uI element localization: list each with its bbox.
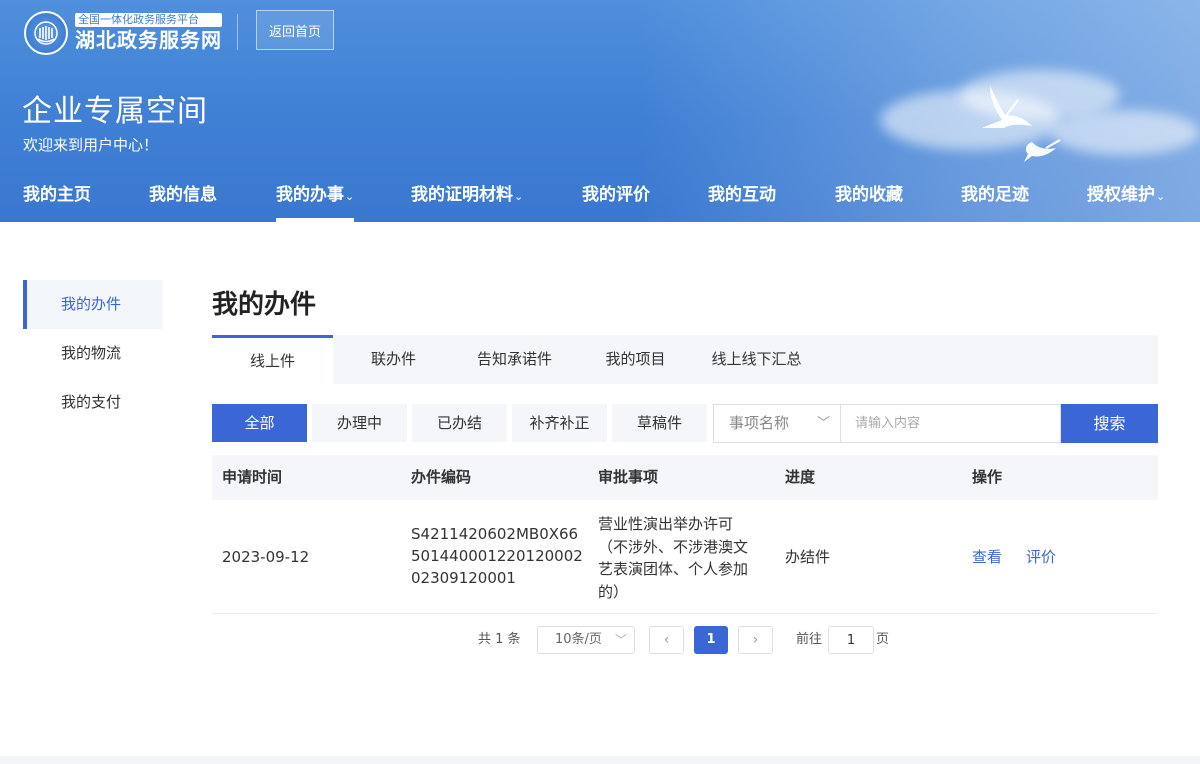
column-header: 审批事项 xyxy=(598,468,659,486)
filter-supplement-button[interactable]: 补齐补正 xyxy=(512,404,607,442)
next-page-button[interactable]: › xyxy=(738,626,773,654)
table-header: 申请时间 办件编码 审批事项 进度 操作 xyxy=(212,455,1158,500)
column-header: 进度 xyxy=(785,468,816,486)
crane-birds-icon xyxy=(982,86,1061,162)
chevron-left-icon: ‹ xyxy=(663,632,670,648)
sidebar-item-logistics[interactable]: 我的物流 xyxy=(23,329,163,378)
nav-item-label: 我的足迹 xyxy=(961,185,1029,205)
nav-item-label: 我的收藏 xyxy=(835,185,903,205)
tab-joint[interactable]: 联办件 xyxy=(333,335,454,384)
pagination: 共 1 条 10条/页 ﹀ ‹ 1 › 前往 页 xyxy=(212,626,1158,654)
nav-item-home[interactable]: 我的主页 xyxy=(23,170,91,222)
table-row: 2023-09-12 S4211420602MB0X66501440001220… xyxy=(212,500,1158,614)
nav-item-label: 我的证明材料 xyxy=(411,185,513,205)
chevron-down-icon: ⌄ xyxy=(345,190,355,203)
emblem-icon xyxy=(24,11,68,55)
filter-all-button[interactable]: 全部 xyxy=(212,404,307,442)
search-button[interactable]: 搜索 xyxy=(1061,404,1158,443)
filter-completed-button[interactable]: 已办结 xyxy=(412,404,507,442)
column-header: 办件编码 xyxy=(411,468,472,486)
filter-processing-button[interactable]: 办理中 xyxy=(312,404,407,442)
select-value: 事项名称 xyxy=(729,414,790,432)
site-logo[interactable]: 全国一体化政务服务平台 湖北政务服务网 xyxy=(24,10,222,56)
goto-label: 前往 xyxy=(796,632,823,647)
column-header: 申请时间 xyxy=(222,468,283,486)
chevron-down-icon: ⌄ xyxy=(514,190,524,203)
page-size-value: 10条/页 xyxy=(555,632,602,647)
cell-date: 2023-09-12 xyxy=(222,548,310,566)
cell-code: S4211420602MB0X6650144000122012000202309… xyxy=(411,525,583,587)
cloud-decoration xyxy=(1050,110,1200,155)
tab-summary[interactable]: 线上线下汇总 xyxy=(696,335,817,384)
chevron-down-icon: ⌄ xyxy=(1156,190,1166,203)
case-tabs: 线上件 联办件 告知承诺件 我的项目 线上线下汇总 xyxy=(212,335,1158,384)
column-header: 操作 xyxy=(972,468,1003,486)
cell-matter: 营业性演出举办许可（不涉外、不涉港澳文艺表演团体、个人参加的） xyxy=(598,515,749,601)
top-nav: 我的主页 我的信息 我的办事⌄ 我的证明材料⌄ 我的评价 我的互动 我的收藏 我… xyxy=(0,170,1200,222)
space-title: 企业专属空间 xyxy=(22,94,208,129)
nav-item-label: 授权维护 xyxy=(1087,185,1155,205)
filter-row: 全部 办理中 已办结 补齐补正 草稿件 事项名称 ﹀ 搜索 xyxy=(212,404,1158,443)
evaluate-link[interactable]: 评价 xyxy=(1026,500,1056,614)
search-input[interactable] xyxy=(841,404,1061,443)
chevron-down-icon: ﹀ xyxy=(614,633,627,647)
nav-item-affairs[interactable]: 我的办事⌄ xyxy=(276,170,355,222)
tab-projects[interactable]: 我的项目 xyxy=(575,335,696,384)
goto-page-input[interactable] xyxy=(828,626,874,654)
tab-commitment[interactable]: 告知承诺件 xyxy=(454,335,575,384)
sidebar-item-my-cases[interactable]: 我的办件 xyxy=(23,280,163,329)
nav-item-interactions[interactable]: 我的互动 xyxy=(708,170,776,222)
site-name: 湖北政务服务网 xyxy=(75,28,222,52)
nav-item-label: 我的办事 xyxy=(276,185,344,205)
nav-item-favorites[interactable]: 我的收藏 xyxy=(835,170,903,222)
page-number-current[interactable]: 1 xyxy=(694,626,728,654)
cases-table: 申请时间 办件编码 审批事项 进度 操作 2023-09-12 S4211420… xyxy=(212,455,1158,614)
view-link[interactable]: 查看 xyxy=(972,500,1002,614)
platform-label: 全国一体化政务服务平台 xyxy=(75,13,222,27)
back-home-button[interactable]: 返回首页 xyxy=(256,10,334,50)
nav-item-label: 我的信息 xyxy=(149,185,217,205)
nav-item-evaluations[interactable]: 我的评价 xyxy=(582,170,650,222)
filter-draft-button[interactable]: 草稿件 xyxy=(612,404,707,442)
nav-item-footprints[interactable]: 我的足迹 xyxy=(961,170,1029,222)
nav-item-label: 我的互动 xyxy=(708,185,776,205)
nav-item-label: 我的主页 xyxy=(23,185,91,205)
nav-item-info[interactable]: 我的信息 xyxy=(149,170,217,222)
header-divider xyxy=(237,14,238,50)
nav-item-label: 我的评价 xyxy=(582,185,650,205)
sidebar-item-payments[interactable]: 我的支付 xyxy=(23,378,163,427)
chevron-right-icon: › xyxy=(752,632,759,648)
cell-progress: 办结件 xyxy=(785,548,831,566)
page-suffix: 页 xyxy=(876,632,890,647)
footer-strip xyxy=(0,756,1200,764)
search-field-select[interactable]: 事项名称 ﹀ xyxy=(713,404,841,443)
pagination-total: 共 1 条 xyxy=(478,632,521,647)
side-menu: 我的办件 我的物流 我的支付 xyxy=(23,280,163,427)
chevron-down-icon: ﹀ xyxy=(816,416,830,431)
header-banner: 全国一体化政务服务平台 湖北政务服务网 返回首页 企业专属空间 欢迎来到用户中心… xyxy=(0,0,1200,222)
prev-page-button[interactable]: ‹ xyxy=(649,626,684,654)
page-size-select[interactable]: 10条/页 ﹀ xyxy=(537,626,635,654)
nav-item-authorization[interactable]: 授权维护⌄ xyxy=(1087,170,1165,222)
nav-item-certificates[interactable]: 我的证明材料⌄ xyxy=(411,170,523,222)
page-title: 我的办件 xyxy=(212,290,317,320)
tab-online[interactable]: 线上件 xyxy=(212,335,333,384)
welcome-text: 欢迎来到用户中心！ xyxy=(23,136,159,154)
